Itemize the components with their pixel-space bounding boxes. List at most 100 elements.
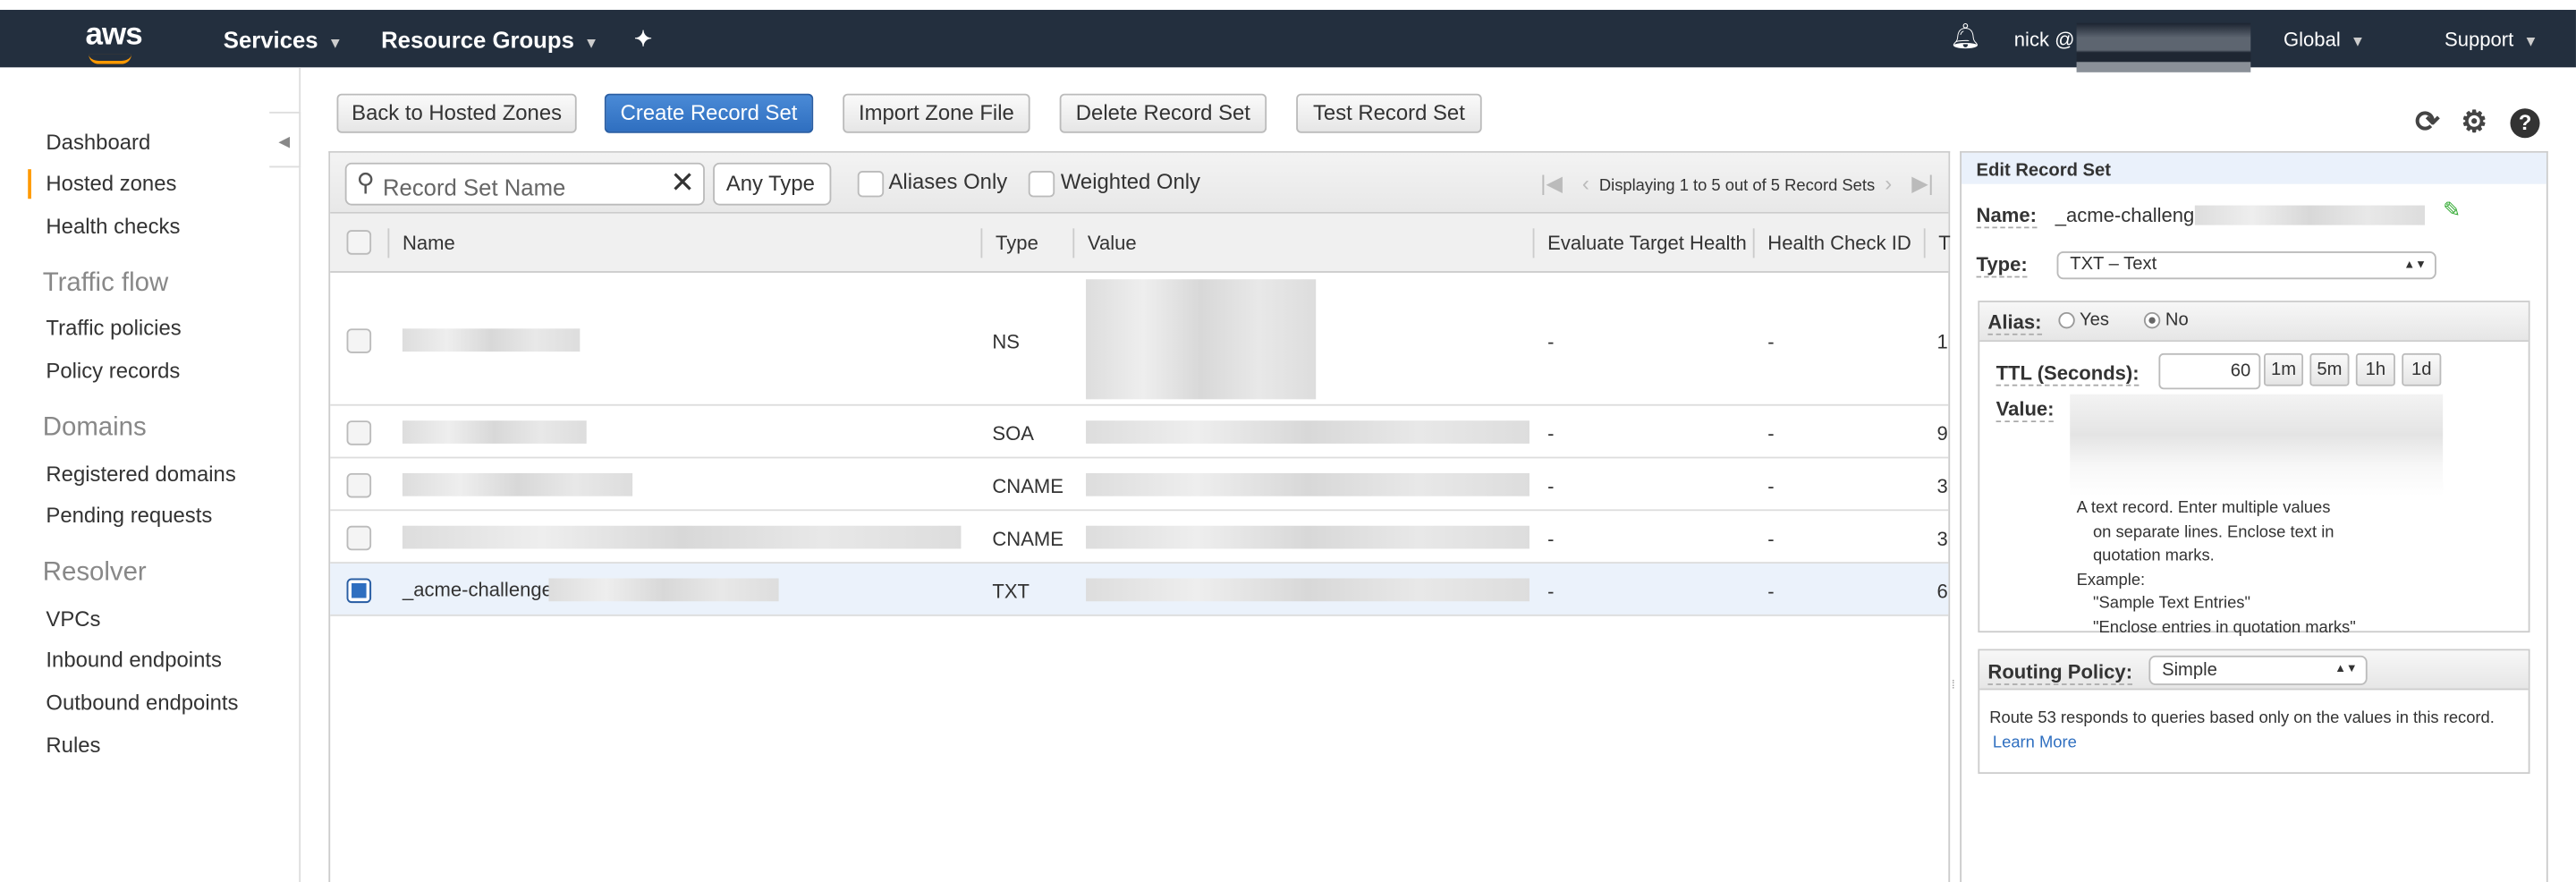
sidebar-item-pending-requests[interactable]: Pending requests bbox=[46, 503, 212, 528]
row-checkbox[interactable] bbox=[346, 327, 372, 352]
help-icon[interactable]: ? bbox=[2510, 108, 2540, 139]
select-all-checkbox[interactable] bbox=[346, 230, 372, 255]
redacted-account bbox=[2076, 22, 2251, 72]
sidebar-item-hosted-zones[interactable]: Hosted zones bbox=[46, 171, 176, 196]
checkbox[interactable] bbox=[857, 170, 885, 197]
last-page-icon[interactable]: ▶| bbox=[1911, 171, 1934, 196]
evaluate-target-health: - bbox=[1547, 527, 1555, 551]
learn-more-link[interactable]: Learn More bbox=[1993, 734, 2077, 752]
alias-no-radio[interactable]: No bbox=[2143, 310, 2189, 330]
table-row[interactable]: SOA - - 90 bbox=[330, 406, 1948, 459]
chevron-down-icon: ▼ bbox=[2350, 32, 2366, 50]
test-record-set-button[interactable]: Test Record Set bbox=[1296, 93, 1482, 133]
prev-page-icon[interactable]: ‹ bbox=[1582, 171, 1589, 196]
chevron-down-icon: ▼ bbox=[583, 34, 599, 51]
pager: |◀ ‹ Displaying 1 to 5 out of 5 Record Set… bbox=[1530, 171, 1944, 197]
table-row[interactable]: NS - - 17 bbox=[330, 273, 1948, 406]
filter-bar: ⚲ Record Set Name ✕ Any Type ▲▼ Aliases … bbox=[330, 152, 1949, 233]
search-input[interactable]: ⚲ Record Set Name ✕ bbox=[344, 162, 705, 206]
import-zone-file-button[interactable]: Import Zone File bbox=[843, 93, 1030, 133]
table-row[interactable]: CNAME - - 30 bbox=[330, 511, 1948, 564]
bell-icon[interactable]: 🔔︎ bbox=[1950, 21, 1981, 51]
radio[interactable] bbox=[2058, 312, 2075, 329]
ttl-preset-button[interactable]: 1d bbox=[2402, 352, 2442, 386]
weighted-only-checkbox[interactable]: Weighted Only bbox=[1028, 169, 1200, 197]
create-record-set-button[interactable]: Create Record Set bbox=[604, 93, 814, 133]
services-label: Services bbox=[223, 26, 318, 53]
sidebar-item-outbound-endpoints[interactable]: Outbound endpoints bbox=[46, 690, 238, 715]
collapse-sidebar-button[interactable]: ◀ bbox=[269, 111, 301, 168]
row-checkbox[interactable] bbox=[346, 420, 372, 445]
column-value[interactable]: Value bbox=[1072, 228, 1137, 259]
resize-handle[interactable]: ⁞ bbox=[1952, 680, 1955, 691]
aws-logo[interactable]: aws bbox=[86, 18, 143, 54]
routing-policy-value: Simple bbox=[2162, 660, 2217, 681]
health-check-id: - bbox=[1767, 329, 1775, 352]
routing-policy-select[interactable]: Simple ▲▼ bbox=[2148, 655, 2368, 685]
table-header: Name Type Value Evaluate Target Health H… bbox=[330, 213, 1951, 273]
record-type: CNAME bbox=[992, 474, 1063, 498]
gear-icon[interactable]: ⚙ bbox=[2461, 106, 2487, 140]
sidebar-item-traffic-policies[interactable]: Traffic policies bbox=[46, 316, 181, 341]
user-menu[interactable]: nick @ bbox=[2014, 28, 2075, 51]
services-menu[interactable]: Services ▼ bbox=[224, 26, 343, 52]
sidebar-item-dashboard[interactable]: Dashboard bbox=[46, 130, 150, 155]
sidebar-item-inbound-endpoints[interactable]: Inbound endpoints bbox=[46, 648, 221, 673]
type-select[interactable]: TXT – Text ▲▼ bbox=[2056, 251, 2436, 280]
type-label: Type: bbox=[1976, 252, 2028, 278]
pin-icon[interactable]: ✦ bbox=[634, 26, 652, 52]
value-textarea[interactable] bbox=[2070, 394, 2444, 496]
radio[interactable] bbox=[2143, 312, 2161, 329]
ttl: 30 bbox=[1936, 474, 1948, 498]
ttl-input[interactable]: 60 bbox=[2158, 352, 2261, 390]
evaluate-target-health: - bbox=[1547, 580, 1555, 604]
top-nav-bar: aws Services ▼ Resource Groups ▼ ✦ 🔔︎ nick… bbox=[0, 10, 2576, 72]
sidebar-item-health-checks[interactable]: Health checks bbox=[46, 214, 180, 239]
aliases-only-label: Aliases Only bbox=[888, 169, 1008, 194]
sidebar-item-rules[interactable]: Rules bbox=[46, 733, 100, 758]
updown-arrows-icon: ▲▼ bbox=[2403, 259, 2427, 272]
column-ttl[interactable]: T bbox=[1923, 228, 1951, 259]
sidebar-item-vpcs[interactable]: VPCs bbox=[46, 606, 100, 632]
delete-record-set-button[interactable]: Delete Record Set bbox=[1059, 93, 1267, 133]
support-menu[interactable]: Support ▼ bbox=[2445, 28, 2538, 51]
pager-text: Displaying 1 to 5 out of 5 Record Sets bbox=[1598, 177, 1876, 196]
sidebar-item-registered-domains[interactable]: Registered domains bbox=[46, 462, 235, 487]
chevron-down-icon: ▼ bbox=[327, 34, 343, 51]
row-checkbox[interactable] bbox=[346, 525, 372, 551]
health-check-id: - bbox=[1767, 422, 1775, 445]
type-filter-select[interactable]: Any Type ▲▼ bbox=[713, 162, 832, 233]
help-line: quotation marks. bbox=[2092, 547, 2215, 565]
active-indicator bbox=[28, 169, 31, 199]
section-traffic-flow: Traffic flow bbox=[42, 269, 169, 298]
next-page-icon[interactable]: › bbox=[1885, 171, 1892, 196]
search-placeholder: Record Set Name bbox=[382, 174, 566, 201]
ttl: 17 bbox=[1936, 329, 1948, 352]
record-name: _acme-challenge. bbox=[402, 578, 558, 602]
clear-icon[interactable]: ✕ bbox=[670, 166, 695, 201]
edit-record-set-panel: Edit Record Set Name: _acme-challenge. ✎… bbox=[1960, 150, 2548, 882]
redacted-name bbox=[402, 525, 962, 549]
checkbox[interactable] bbox=[1028, 170, 1055, 197]
pencil-icon[interactable]: ✎ bbox=[2443, 197, 2461, 223]
column-evaluate-target-health[interactable]: Evaluate Target Health bbox=[1532, 228, 1747, 259]
column-health-check-id[interactable]: Health Check ID bbox=[1752, 228, 1911, 259]
resource-groups-menu[interactable]: Resource Groups ▼ bbox=[381, 26, 598, 52]
ttl-preset-button[interactable]: 1m bbox=[2263, 352, 2304, 386]
aliases-only-checkbox[interactable]: Aliases Only bbox=[857, 169, 1008, 197]
alias-yes-radio[interactable]: Yes bbox=[2058, 310, 2109, 330]
ttl-preset-button[interactable]: 1h bbox=[2355, 352, 2395, 386]
column-name[interactable]: Name bbox=[387, 228, 455, 259]
first-page-icon[interactable]: |◀ bbox=[1540, 171, 1563, 196]
sidebar-item-policy-records[interactable]: Policy records bbox=[46, 358, 180, 383]
table-row[interactable]: _acme-challenge. TXT - - 60 bbox=[330, 563, 1948, 616]
row-checkbox[interactable] bbox=[346, 472, 372, 498]
back-to-hosted-zones-button[interactable]: Back to Hosted Zones bbox=[336, 93, 577, 133]
refresh-icon[interactable]: ⟳ bbox=[2415, 106, 2440, 140]
ttl-preset-button[interactable]: 5m bbox=[2309, 352, 2350, 386]
table-row[interactable]: CNAME - - 30 bbox=[330, 458, 1948, 512]
evaluate-target-health: - bbox=[1547, 329, 1555, 352]
row-checkbox[interactable] bbox=[346, 578, 372, 604]
column-type[interactable]: Type bbox=[980, 228, 1038, 259]
region-menu[interactable]: Global ▼ bbox=[2284, 28, 2365, 51]
